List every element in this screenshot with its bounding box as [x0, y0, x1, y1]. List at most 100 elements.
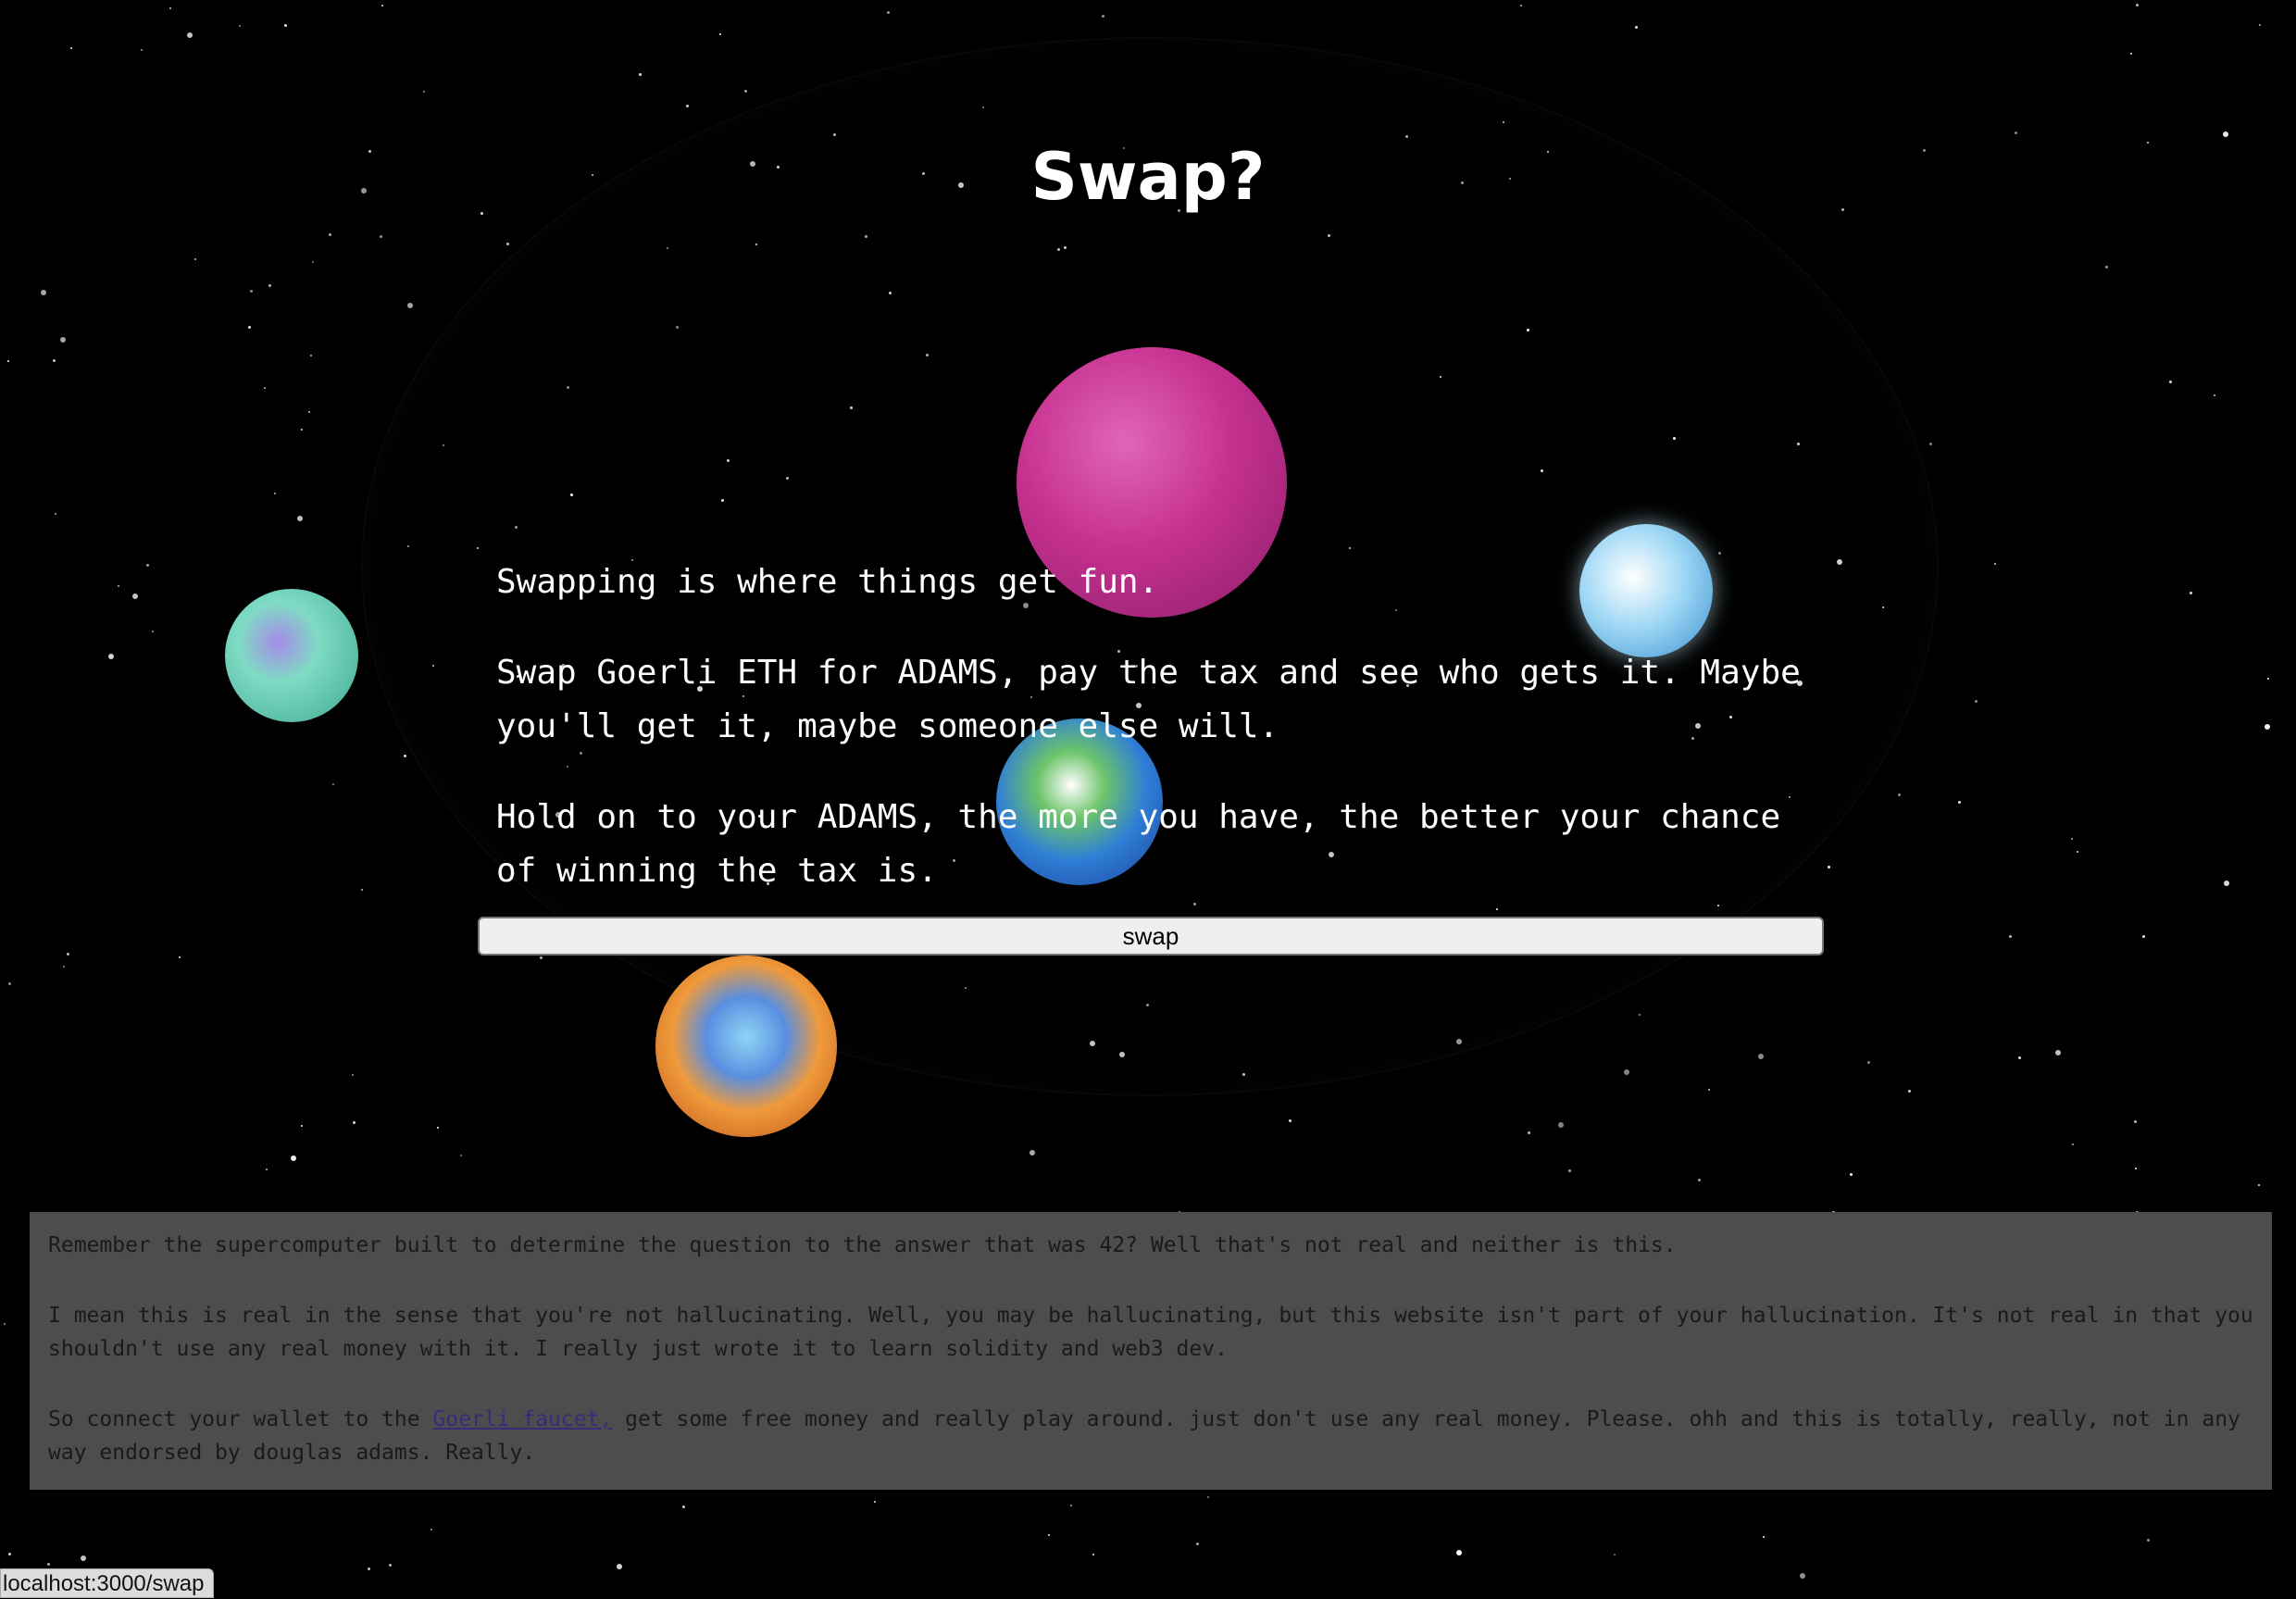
star [1568, 1169, 1571, 1172]
star [719, 33, 721, 35]
star [682, 1505, 685, 1508]
page-title: Swap? [1030, 139, 1266, 215]
star [1850, 1173, 1853, 1176]
star [301, 429, 303, 431]
star [2267, 678, 2269, 680]
star [2190, 592, 2192, 594]
star [291, 1156, 296, 1161]
orange-planet [655, 956, 837, 1137]
star [1624, 1069, 1629, 1075]
star [1708, 1089, 1710, 1091]
star [2055, 1050, 2061, 1056]
intro-paragraph: Swapping is where things get fun. [496, 563, 1159, 601]
star [1898, 793, 1901, 796]
star [2259, 24, 2261, 26]
star [41, 290, 46, 295]
star [1456, 1550, 1462, 1555]
star [874, 1501, 876, 1503]
star [67, 953, 69, 956]
swap-button[interactable]: swap [478, 917, 1824, 956]
star [2169, 381, 2172, 383]
star [1102, 15, 1104, 18]
star [4, 1323, 6, 1325]
star [1092, 1554, 1094, 1555]
star [2009, 935, 2012, 938]
star [1763, 1536, 1765, 1538]
star [146, 564, 149, 567]
star [141, 49, 143, 51]
star [301, 1125, 303, 1127]
star [132, 593, 138, 599]
swap-explanation-paragraph: Swap Goerli ETH for ADAMS, pay the tax a… [496, 654, 1801, 745]
star [187, 32, 193, 38]
star [353, 1121, 356, 1124]
star [2142, 935, 2145, 938]
star [2105, 266, 2108, 269]
star [381, 5, 383, 6]
star [55, 513, 56, 515]
star [617, 1564, 622, 1569]
star [2258, 1184, 2260, 1186]
star [1196, 1543, 1199, 1545]
star [540, 956, 543, 959]
star [70, 47, 72, 49]
star [310, 355, 312, 356]
footer-text-before-link: So connect your wallet to the [48, 1407, 433, 1431]
star [404, 755, 406, 757]
star [194, 258, 196, 260]
star [179, 956, 181, 958]
star [312, 261, 314, 263]
star [368, 1568, 370, 1570]
star [274, 493, 276, 494]
footer-paragraph-2: I mean this is real in the sense that yo… [48, 1304, 2253, 1361]
swap-description: Swapping is where things get fun. Swap G… [496, 556, 1829, 935]
star [1639, 1014, 1641, 1016]
star [7, 360, 9, 362]
star [887, 11, 890, 14]
star [1698, 1179, 1701, 1181]
star [2015, 131, 2017, 134]
star [1520, 5, 1522, 6]
goerli-faucet-link[interactable]: Goerli faucet, [432, 1407, 612, 1431]
star [2134, 1120, 2137, 1123]
star [239, 25, 241, 27]
star [639, 73, 642, 76]
star [686, 105, 689, 107]
star [460, 1155, 462, 1156]
star [1958, 801, 1961, 804]
star [60, 337, 66, 343]
star [108, 654, 114, 659]
star [53, 359, 56, 362]
star [1048, 1534, 1050, 1536]
star [2135, 1168, 2137, 1169]
star [2072, 1143, 2074, 1145]
star [423, 91, 425, 93]
disclaimer-footer: Remember the supercomputer built to dete… [30, 1212, 2272, 1490]
star [361, 889, 363, 891]
star [2136, 4, 2139, 6]
star [308, 411, 310, 413]
star [2265, 724, 2270, 730]
star [1929, 443, 1932, 445]
star [1867, 1061, 1870, 1064]
star [1800, 1573, 1805, 1579]
star [2130, 53, 2132, 55]
star [1975, 700, 1978, 703]
star [264, 387, 266, 389]
star [430, 1529, 432, 1530]
star [352, 1074, 354, 1076]
star [8, 1553, 11, 1555]
star [1635, 26, 1638, 29]
star [63, 966, 65, 968]
star [329, 233, 331, 236]
star [47, 1563, 50, 1566]
star [2214, 394, 2215, 396]
star [2224, 881, 2229, 886]
star [8, 982, 11, 985]
star [407, 303, 413, 308]
star [2223, 131, 2228, 137]
star [266, 1168, 268, 1170]
green-asteroid-planet [225, 589, 358, 722]
star [1070, 1505, 1072, 1506]
star [248, 326, 251, 329]
